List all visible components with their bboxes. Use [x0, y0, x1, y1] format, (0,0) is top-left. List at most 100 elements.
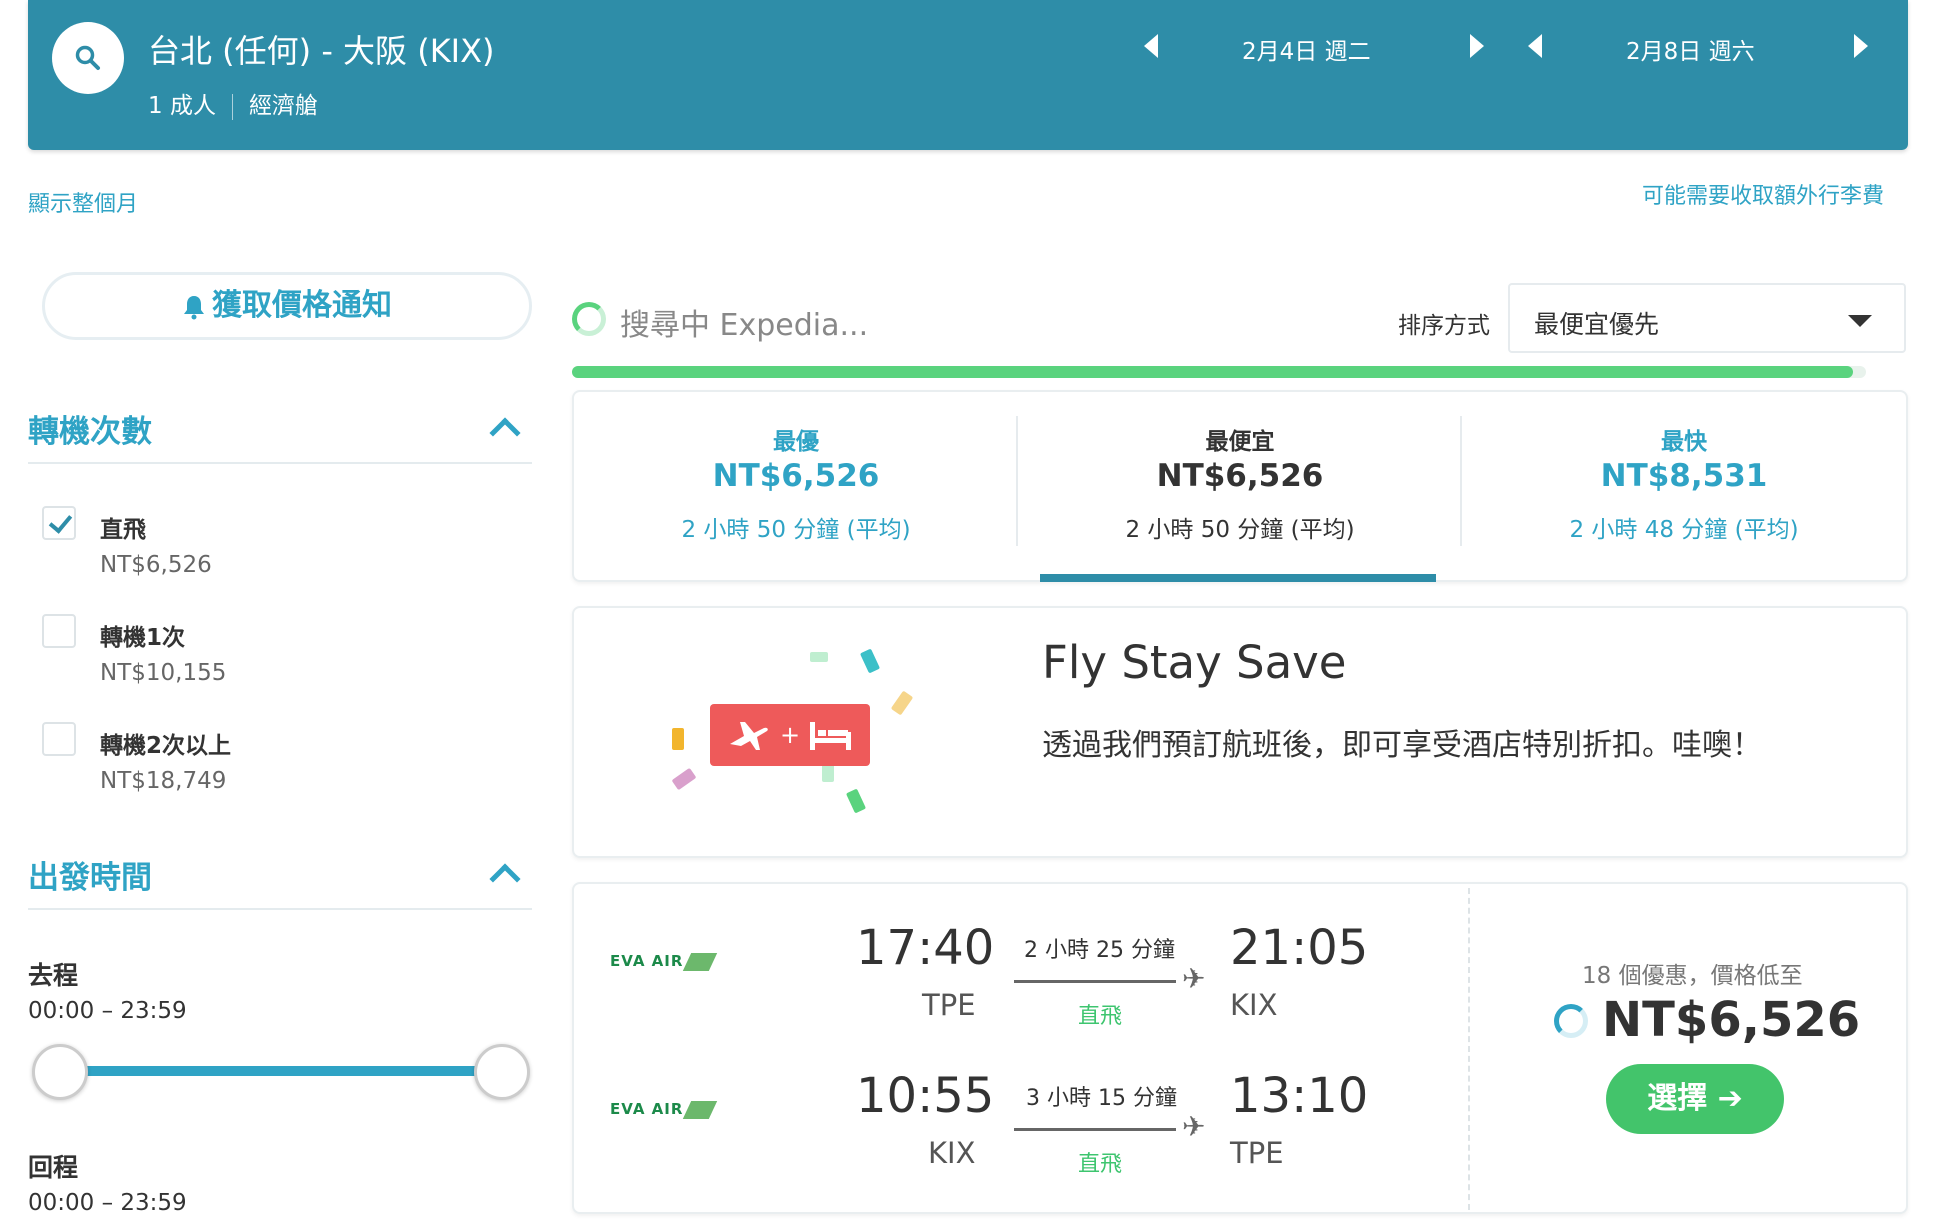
active-tab-indicator — [1040, 574, 1436, 582]
depart-next-date-icon[interactable] — [1470, 34, 1484, 58]
tab-cheapest-duration: 2 小時 50 分鐘 (平均) — [1125, 517, 1355, 543]
return-next-date-icon[interactable] — [1854, 34, 1868, 58]
depart-date[interactable]: 2月4日 週二 — [1242, 32, 1371, 66]
tab-cheapest-price: NT$6,526 — [1156, 458, 1324, 494]
tab-best[interactable]: 最優 NT$6,526 2 小時 50 分鐘 (平均) — [574, 392, 1018, 580]
passenger-cabin-info[interactable]: 1 成人 經濟艙 — [148, 86, 318, 120]
outbound-range: 00:00 – 23:59 — [28, 998, 187, 1024]
bell-icon — [184, 295, 204, 319]
departure-time-filter-title[interactable]: 出發時間 — [28, 852, 152, 897]
passenger-count: 1 成人 — [148, 93, 216, 119]
sort-label: 排序方式 — [1398, 313, 1490, 339]
return-date[interactable]: 2月8日 週六 — [1626, 32, 1755, 66]
airline-name: EVA AIR — [610, 1100, 684, 1118]
confetti-decoration — [890, 690, 914, 716]
tab-fastest-duration: 2 小時 48 分鐘 (平均) — [1569, 517, 1799, 543]
search-progress-bar — [572, 366, 1866, 378]
outbound-slider-max-handle[interactable] — [474, 1044, 530, 1100]
tab-fastest[interactable]: 最快 NT$8,531 2 小時 48 分鐘 (平均) — [1462, 392, 1906, 580]
tab-cheapest-title: 最便宜 — [1205, 429, 1275, 455]
confetti-decoration — [671, 767, 697, 791]
confetti-decoration — [672, 728, 684, 750]
search-status: 搜尋中 Expedia... — [620, 308, 869, 343]
outbound-arrive-code: KIX — [1230, 988, 1278, 1022]
return-arrive-code: TPE — [1230, 1136, 1284, 1170]
price-alert-label: 獲取價格通知 — [212, 288, 392, 323]
stops-filter-title[interactable]: 轉機次數 — [28, 406, 152, 451]
baggage-fee-link[interactable]: 可能需要收取額外行李費 — [1642, 178, 1884, 210]
eva-air-logo-icon — [683, 952, 718, 971]
price-alert-button[interactable]: 獲取價格通知 — [42, 272, 532, 340]
confetti-decoration — [859, 648, 881, 674]
svg-text:+: + — [780, 721, 800, 749]
return-duration: 3 小時 15 分鐘 — [1026, 1086, 1177, 1111]
sort-select[interactable]: 最便宜優先 — [1508, 283, 1906, 353]
sort-value: 最便宜優先 — [1534, 310, 1660, 339]
tab-best-title: 最優 — [773, 429, 819, 455]
eva-air-logo-icon — [683, 1100, 718, 1119]
plane-icon: ✈ — [1182, 1110, 1206, 1143]
plane-plus-bed-icon: + — [730, 721, 851, 750]
confetti-decoration — [845, 788, 867, 814]
outbound-slider-min-handle[interactable] — [32, 1044, 88, 1100]
result-price: NT$6,526 — [1602, 992, 1861, 1048]
route-title[interactable]: 台北 (任何) - 大阪 (KIX) — [148, 26, 495, 72]
return-prev-date-icon[interactable] — [1528, 34, 1542, 58]
stops-direct-label[interactable]: 直飛 — [100, 510, 146, 544]
promo-text: 透過我們預訂航班後，即可享受酒店特別折扣。哇噢！ — [1042, 728, 1762, 763]
stops-one-price: NT$10,155 — [100, 660, 227, 686]
stops-two-plus-label[interactable]: 轉機2次以上 — [100, 726, 231, 760]
outbound-arrive-time: 21:05 — [1230, 920, 1369, 976]
outbound-route-line — [1014, 980, 1176, 983]
airline-logo: EVA AIR — [610, 1100, 718, 1119]
show-whole-month-link[interactable]: 顯示整個月 — [28, 186, 138, 218]
deals-count: 18 個優惠，價格低至 — [1582, 963, 1803, 989]
divider — [28, 908, 532, 910]
return-range: 00:00 – 23:59 — [28, 1190, 187, 1216]
caret-down-icon — [1848, 315, 1872, 327]
outbound-depart-code: TPE — [922, 988, 976, 1022]
tab-fastest-title: 最快 — [1661, 429, 1707, 455]
select-button[interactable]: 選擇 ➔ — [1606, 1064, 1784, 1134]
divider — [231, 93, 233, 120]
depart-prev-date-icon[interactable] — [1144, 34, 1158, 58]
divider — [28, 462, 532, 464]
stops-one-label[interactable]: 轉機1次 — [100, 618, 185, 652]
outbound-depart-time: 17:40 — [856, 920, 995, 976]
loading-spinner-icon — [1554, 1004, 1588, 1038]
tab-cheapest[interactable]: 最便宜 NT$6,526 2 小時 50 分鐘 (平均) — [1018, 392, 1462, 580]
search-progress-fill — [572, 366, 1854, 378]
confetti-decoration — [810, 652, 828, 662]
flight-plus-hotel-badge: + — [710, 704, 870, 766]
loading-spinner-icon — [572, 302, 606, 336]
stops-one-checkbox[interactable] — [42, 614, 76, 648]
return-label: 回程 — [28, 1153, 79, 1182]
divider — [1468, 888, 1470, 1210]
outbound-stops: 直飛 — [1078, 1004, 1123, 1029]
promo-title: Fly Stay Save — [1042, 636, 1347, 689]
return-stops: 直飛 — [1078, 1152, 1123, 1177]
plane-icon: ✈ — [1182, 962, 1206, 995]
flight-result-card[interactable]: EVA AIR 17:40 TPE 2 小時 25 分鐘 ✈ 直飛 21:05 … — [572, 882, 1908, 1214]
outbound-time-slider-track[interactable] — [60, 1066, 504, 1076]
return-route-line — [1014, 1128, 1176, 1131]
tab-best-price: NT$6,526 — [712, 458, 880, 494]
chevron-up-icon[interactable] — [489, 863, 521, 895]
search-button[interactable] — [52, 22, 124, 94]
stops-two-plus-price: NT$18,749 — [100, 768, 227, 794]
outbound-label: 去程 — [28, 961, 79, 990]
airline-name: EVA AIR — [610, 952, 684, 970]
sort-tabs: 最優 NT$6,526 2 小時 50 分鐘 (平均) 最便宜 NT$6,526… — [572, 390, 1908, 582]
fly-stay-save-banner[interactable]: + Fly Stay Save 透過我們預訂航班後，即可享受酒店特別折扣。哇噢！ — [572, 606, 1908, 858]
outbound-duration: 2 小時 25 分鐘 — [1024, 938, 1175, 963]
return-depart-time: 10:55 — [856, 1068, 995, 1124]
return-depart-code: KIX — [928, 1136, 976, 1170]
chevron-up-icon[interactable] — [489, 417, 521, 449]
stops-direct-checkbox[interactable] — [42, 506, 76, 540]
tab-fastest-price: NT$8,531 — [1600, 458, 1768, 494]
search-header: 台北 (任何) - 大阪 (KIX) 1 成人 經濟艙 2月4日 週二 2月8日 … — [28, 0, 1908, 150]
search-icon — [75, 45, 100, 70]
stops-direct-price: NT$6,526 — [100, 552, 212, 578]
stops-two-plus-checkbox[interactable] — [42, 722, 76, 756]
airline-logo: EVA AIR — [610, 952, 718, 971]
